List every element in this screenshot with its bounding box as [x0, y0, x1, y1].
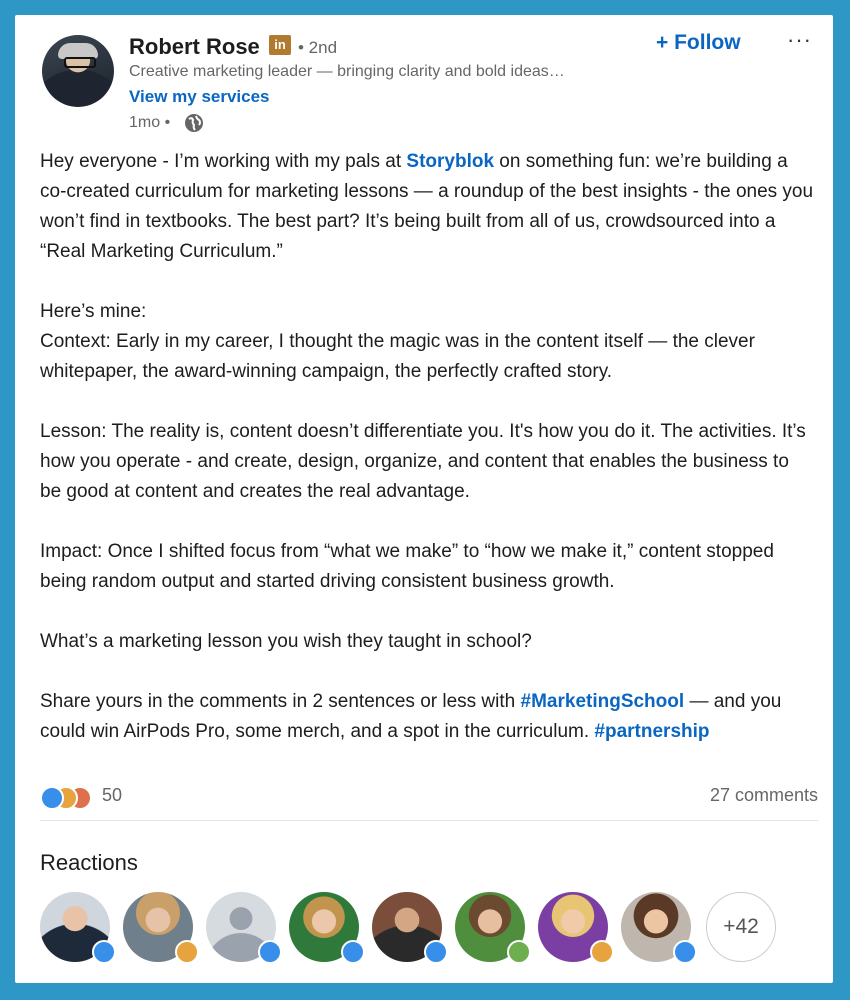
- storyblok-link[interactable]: Storyblok: [406, 151, 494, 172]
- globe-icon: [185, 114, 203, 132]
- post-body: Hey everyone - I’m working with my pals …: [40, 147, 815, 747]
- follow-button[interactable]: + Follow: [656, 31, 741, 55]
- like-icon: [341, 940, 365, 964]
- post-paragraph: Hey everyone - I’m working with my pals …: [40, 151, 814, 262]
- reactions-avatars: +42: [40, 892, 820, 966]
- like-icon: [424, 940, 448, 964]
- author-avatar[interactable]: [42, 35, 114, 107]
- post-time: 1mo •: [129, 114, 171, 131]
- post-paragraph: Lesson: The reality is, content doesn’t …: [40, 421, 806, 502]
- like-icon: [92, 940, 116, 964]
- insightful-icon: [590, 940, 614, 964]
- like-icon: [673, 940, 697, 964]
- like-icon: [258, 940, 282, 964]
- like-icon: [40, 786, 64, 810]
- post-paragraph: Share yours in the comments in 2 sentenc…: [40, 691, 782, 742]
- insightful-icon: [175, 940, 199, 964]
- reaction-count[interactable]: 50: [102, 785, 122, 806]
- connection-degree: • 2nd: [298, 38, 338, 57]
- premium-badge-icon: in: [269, 35, 291, 55]
- author-name[interactable]: Robert Rose: [129, 34, 260, 60]
- support-icon: [507, 940, 531, 964]
- author-headline: Creative marketing leader — bringing cla…: [129, 63, 565, 80]
- hashtag-partnership[interactable]: #partnership: [594, 721, 709, 742]
- reaction-icons[interactable]: [40, 786, 100, 810]
- more-reactors-button[interactable]: +42: [706, 892, 776, 962]
- hashtag-marketingschool[interactable]: #MarketingSchool: [521, 691, 685, 712]
- post-paragraph: Context: Early in my career, I thought t…: [40, 331, 755, 382]
- divider: [40, 820, 818, 821]
- more-options-button[interactable]: ···: [787, 27, 812, 53]
- post-paragraph: Impact: Once I shifted focus from “what …: [40, 541, 774, 592]
- view-services-link[interactable]: View my services: [129, 87, 270, 107]
- post-paragraph: Here’s mine:: [40, 301, 147, 322]
- comments-count-link[interactable]: 27 comments: [710, 785, 818, 806]
- post-paragraph: What’s a marketing lesson you wish they …: [40, 631, 532, 652]
- post-card: Robert Rose in • 2nd Creative marketing …: [15, 15, 833, 983]
- avatar-glasses: [64, 57, 96, 68]
- reactions-heading: Reactions: [40, 850, 138, 875]
